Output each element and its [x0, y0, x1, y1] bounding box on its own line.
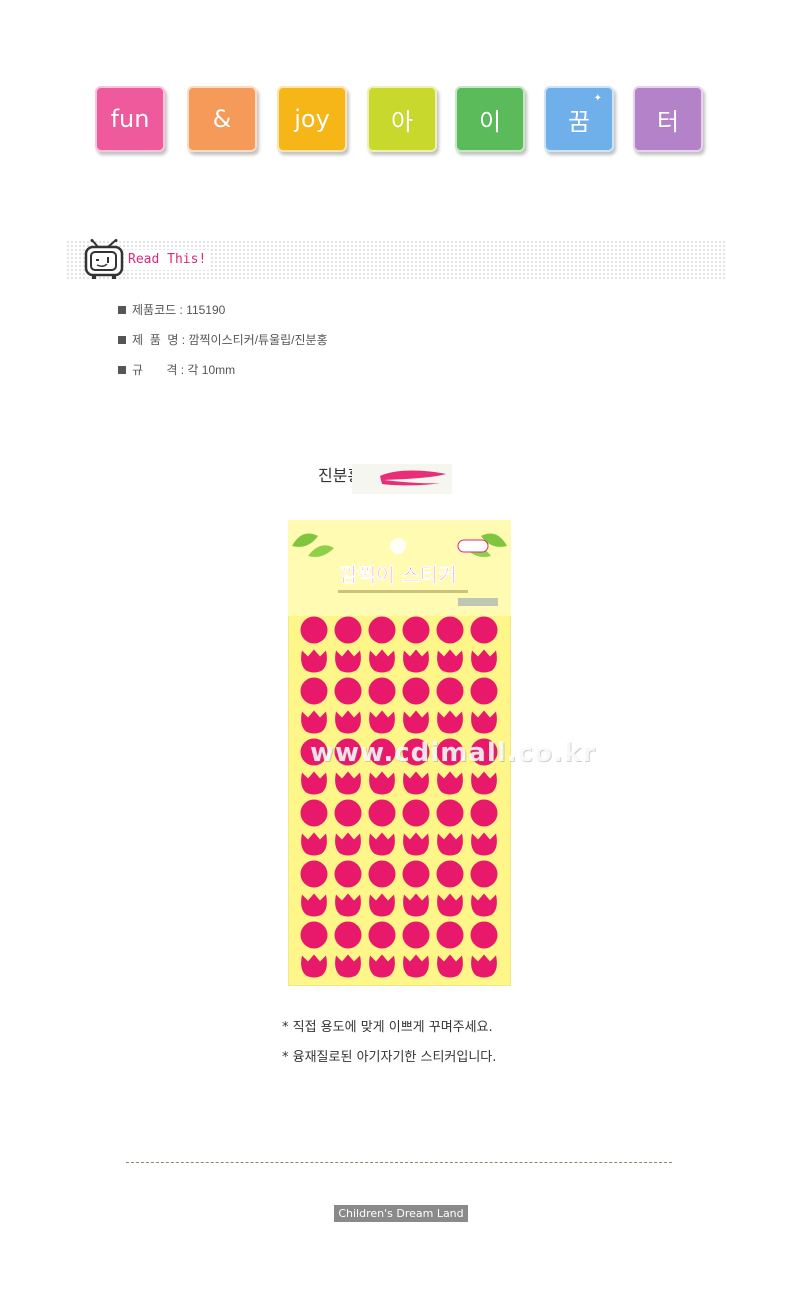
tulip-sticker: [334, 860, 362, 888]
footer-badge: Children's Dream Land: [334, 1205, 468, 1222]
color-swatch-icon: [352, 464, 452, 494]
tulip-sticker: [402, 860, 430, 888]
tulip-sticker: [436, 616, 464, 644]
top-banner-tiles: fun & joy 아 이 꿈 터: [95, 86, 705, 156]
tulip-sticker: [436, 860, 464, 888]
tulip-sticker: [334, 799, 362, 827]
tulip-sticker: [334, 616, 362, 644]
tulip-sticker: [470, 616, 498, 644]
tulip-sticker: [470, 799, 498, 827]
tulip-sticker: [300, 921, 328, 949]
tile-i: 이: [455, 86, 525, 152]
tile-text: 이: [478, 107, 502, 136]
tulip-sticker: [368, 921, 396, 949]
tulip-sticker: [368, 616, 396, 644]
tile-joy: joy: [277, 86, 347, 152]
footer-divider: [126, 1162, 672, 1163]
product-name: 제 품 명 : 깜찍이스티커/튜울립/진분홍: [132, 333, 328, 347]
tulip-sticker: [300, 616, 328, 644]
tulip-sticker: [300, 860, 328, 888]
tulip-sticker: [402, 799, 430, 827]
notes: * 직접 용도에 맞게 이쁘게 꾸며주세요. * 융재질로된 아기자기한 스티커…: [282, 1016, 496, 1076]
tile-kkum: 꿈: [544, 86, 614, 152]
tile-text: joy: [294, 105, 330, 133]
bullet-square-icon: [118, 366, 126, 374]
tulip-sticker: [470, 860, 498, 888]
tile-a: 아: [367, 86, 437, 152]
tulip-sticker: [368, 860, 396, 888]
tulip-sticker: [470, 677, 498, 705]
note-item: * 직접 용도에 맞게 이쁘게 꾸며주세요.: [282, 1020, 493, 1035]
tulip-sticker: [368, 799, 396, 827]
tile-text: fun: [110, 105, 150, 133]
tulip-sticker: [334, 921, 362, 949]
tulip-sticker: [368, 677, 396, 705]
product-code: 제품코드 : 115190: [132, 303, 226, 317]
tulip-sticker: [436, 799, 464, 827]
tulip-sticker: [334, 677, 362, 705]
info-row-size: 규 격 : 각 10mm: [118, 362, 328, 392]
tulip-sticker: [402, 921, 430, 949]
read-this-title: Read This!: [128, 252, 207, 267]
tile-text: 아: [390, 107, 414, 136]
watermark-text: www.cdimall.co.kr: [310, 738, 596, 768]
read-this-bar: Read This!: [66, 239, 726, 280]
tile-text: 꿈: [567, 107, 591, 136]
product-header-title: 깜찍이 스티커: [339, 563, 456, 587]
tulip-sticker: [402, 616, 430, 644]
product-size: 규 격 : 각 10mm: [132, 363, 236, 377]
tv-icon: [84, 239, 124, 279]
tulip-sticker: [402, 677, 430, 705]
tulip-sticker: [300, 799, 328, 827]
bullet-square-icon: [118, 306, 126, 314]
tile-and: &: [187, 86, 257, 152]
info-row-name: 제 품 명 : 깜찍이스티커/튜울립/진분홍: [118, 332, 328, 362]
tulip-sticker: [436, 921, 464, 949]
tile-text: &: [212, 105, 232, 133]
bullet-square-icon: [118, 336, 126, 344]
tulip-sticker: [300, 677, 328, 705]
tulip-sticker: [436, 677, 464, 705]
tile-fun: fun: [95, 86, 165, 152]
tile-teo: 터: [633, 86, 703, 152]
product-info: 제품코드 : 115190 제 품 명 : 깜찍이스티커/튜울립/진분홍 규 격…: [118, 302, 328, 392]
tile-text: 터: [656, 107, 680, 136]
info-row-code: 제품코드 : 115190: [118, 302, 328, 332]
tulip-sticker: [470, 921, 498, 949]
note-item: * 융재질로된 아기자기한 스티커입니다.: [282, 1050, 497, 1065]
